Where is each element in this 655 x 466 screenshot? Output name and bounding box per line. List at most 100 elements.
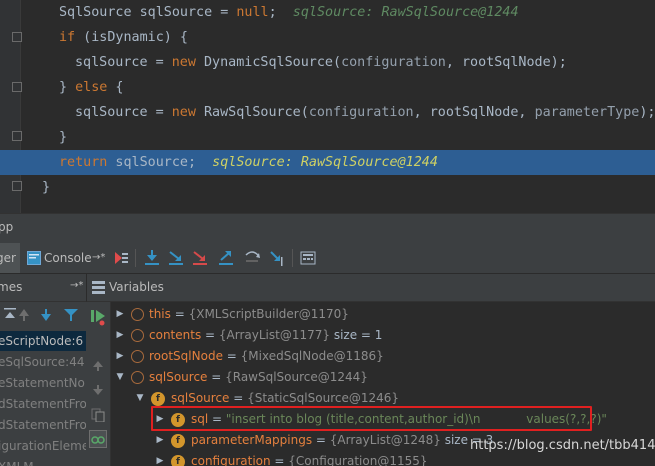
variable-size: size = 1 [330, 328, 383, 342]
frame-item[interactable]: dStatementFro [0, 394, 86, 414]
variable-text: parameterMappings = {ArrayList@1248} siz… [191, 430, 493, 451]
pin-icon[interactable]: →* [70, 280, 83, 291]
frames-nav [0, 302, 86, 328]
variable-name: sqlSource [149, 370, 208, 384]
code-token: RawSqlSource( [195, 105, 309, 120]
frame-item[interactable]: eSqlSource:44 [0, 352, 86, 372]
code-text: } [42, 175, 50, 200]
run-to-cursor-icon[interactable] [268, 249, 286, 267]
collapsed-arrow-icon[interactable]: ▶ [115, 325, 125, 346]
code-text: return sqlSource; sqlSource: RawSqlSourc… [59, 150, 438, 175]
equals-sign: = [270, 454, 289, 466]
console-icon [27, 251, 41, 265]
code-token: } [42, 180, 51, 195]
code-token: DynamicSqlSource( [195, 55, 342, 70]
expanded-arrow-icon[interactable]: ▼ [115, 367, 125, 388]
arrow-up-icon[interactable] [92, 360, 104, 372]
code-line[interactable]: } [0, 175, 655, 200]
watches-icon[interactable] [89, 430, 107, 448]
frame-item-selected[interactable]: eScriptNode:6 [0, 331, 86, 351]
evaluate-expression-icon[interactable] [299, 249, 317, 267]
variable-row[interactable]: ▶ f configuration = {Configuration@1155} [111, 451, 655, 466]
code-token: sqlSource = [75, 105, 172, 120]
copy-icon[interactable] [91, 408, 105, 422]
resume-icon[interactable] [90, 308, 106, 326]
frame-label: dStatementFro [0, 397, 86, 411]
code-line[interactable]: SqlSource sqlSource = null; sqlSource: R… [0, 0, 655, 25]
tab-debugger[interactable]: ger [0, 243, 20, 273]
collapsed-arrow-icon[interactable]: ▶ [115, 346, 125, 367]
equals-sign: = [207, 370, 226, 384]
step-into-icon[interactable] [167, 249, 185, 267]
code-text: } else { [59, 75, 124, 100]
step-over-icon[interactable] [143, 249, 161, 267]
drop-frame-icon[interactable] [243, 249, 261, 267]
collapsed-arrow-icon[interactable]: ▶ [155, 430, 165, 451]
variable-value: {ArrayList@1177} [218, 328, 330, 342]
tab-console[interactable]: Console →* [24, 243, 114, 273]
equals-sign: = [229, 391, 248, 405]
code-line-current[interactable]: return sqlSource; sqlSource: RawSqlSourc… [0, 150, 655, 175]
collapsed-arrow-icon[interactable]: ▶ [155, 451, 165, 466]
collapse-icon[interactable] [4, 308, 16, 322]
code-keyword: if [59, 30, 76, 45]
fold-marker-icon[interactable] [12, 181, 22, 191]
highlight-annotation-box [151, 406, 592, 431]
force-step-into-icon[interactable] [191, 249, 209, 267]
variable-icon [131, 371, 144, 384]
code-token: { [107, 80, 124, 95]
code-line[interactable]: sqlSource = new DynamicSqlSource(configu… [0, 50, 655, 75]
code-token: SqlSource sqlSource = [59, 5, 237, 20]
pin-icon[interactable]: →* [92, 243, 105, 273]
equals-sign: = [312, 433, 330, 447]
code-line[interactable]: sqlSource = new RawSqlSource(configurati… [0, 100, 655, 125]
arrow-down-icon[interactable] [92, 384, 104, 396]
code-text: } [59, 125, 67, 150]
frame-item[interactable]: igurationEleme [0, 436, 86, 456]
code-text: sqlSource = new DynamicSqlSource(configu… [75, 50, 567, 75]
arrow-down-icon[interactable] [40, 308, 52, 322]
variable-name: configuration [191, 454, 271, 466]
variable-value: {RawSqlSource@1244} [225, 370, 368, 384]
code-line[interactable]: if (isDynamic) { [0, 25, 655, 50]
code-param: configuration [341, 55, 446, 70]
code-token: ; [268, 5, 277, 20]
variable-row[interactable]: ▶ contents = {ArrayList@1177} size = 1 [111, 325, 655, 346]
debug-session-name: pp [0, 220, 14, 234]
frame-label: eStatementNo [0, 376, 85, 390]
variable-row[interactable]: ▼ sqlSource = {RawSqlSource@1244} [111, 367, 655, 388]
frame-item[interactable]: XMLM [0, 457, 86, 466]
variable-icon [131, 329, 144, 342]
fold-marker-icon[interactable] [12, 82, 22, 92]
toolbar-separator [292, 249, 293, 267]
variable-value: {StaticSqlSource@1246} [247, 391, 400, 405]
expanded-arrow-icon[interactable]: ▼ [135, 388, 145, 409]
debug-side-toolbar [86, 302, 111, 466]
code-line[interactable]: } else { [0, 75, 655, 100]
filter-icon[interactable] [64, 308, 78, 322]
frame-item[interactable]: eStatementNo [0, 373, 86, 393]
arrow-up-icon[interactable] [18, 308, 30, 322]
equals-sign: = [170, 307, 189, 321]
fold-marker-icon[interactable] [12, 32, 22, 42]
variable-row[interactable]: ▶ this = {XMLScriptBuilder@1170} [111, 304, 655, 325]
frame-item[interactable]: dStatementFro [0, 415, 86, 435]
code-token: , rootSqlNode); [445, 55, 567, 70]
code-line[interactable]: } [0, 125, 655, 150]
code-editor[interactable]: SqlSource sqlSource = null; sqlSource: R… [0, 0, 655, 213]
code-token: sqlSource = [75, 55, 172, 70]
equals-sign: = [222, 349, 241, 363]
code-token: } [59, 80, 76, 95]
step-out-icon[interactable] [217, 249, 235, 267]
variables-header-label: Variables [109, 280, 164, 294]
fold-marker-icon[interactable] [12, 131, 22, 141]
variable-name: sqlSource [171, 391, 230, 405]
variable-text: sqlSource = {RawSqlSource@1244} [149, 367, 368, 388]
variables-icon [92, 281, 105, 294]
variable-text: contents = {ArrayList@1177} size = 1 [149, 325, 382, 346]
collapsed-arrow-icon[interactable]: ▶ [115, 304, 125, 325]
variable-name: rootSqlNode [149, 349, 223, 363]
show-execution-point-icon[interactable] [112, 249, 130, 267]
code-token: , rootSqlNode, [413, 105, 535, 120]
variable-row[interactable]: ▶ rootSqlNode = {MixedSqlNode@1186} [111, 346, 655, 367]
